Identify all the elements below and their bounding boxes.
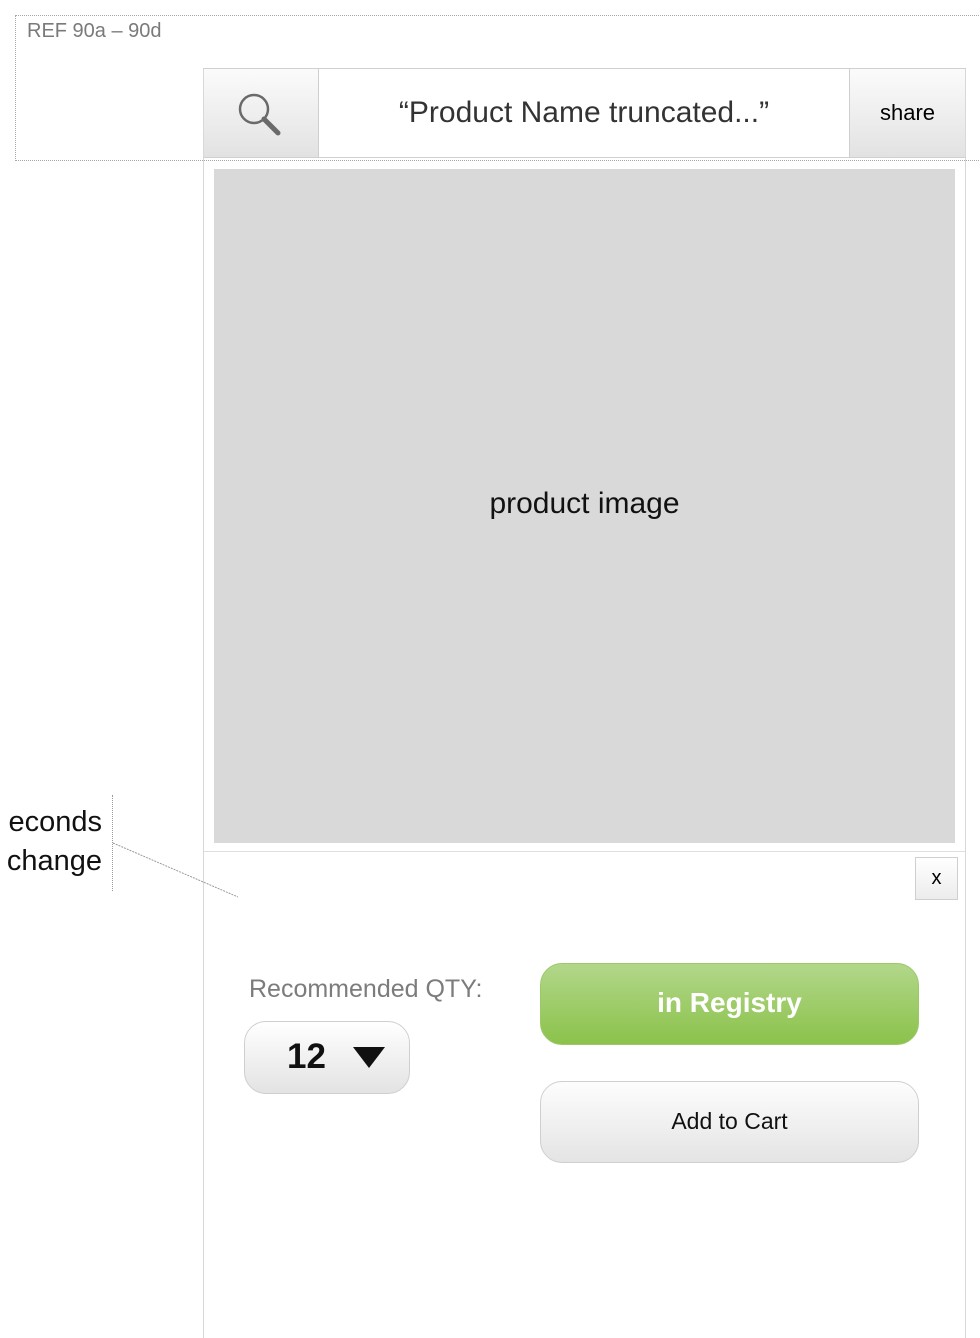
share-button[interactable]: share — [849, 69, 966, 157]
recommended-qty-label: Recommended QTY: — [249, 975, 483, 1003]
quantity-value: 12 — [287, 1037, 326, 1076]
product-image-label: product image — [489, 487, 680, 520]
close-button[interactable]: x — [915, 857, 958, 900]
product-title: “Product Name truncated...” — [398, 96, 770, 129]
product-image-placeholder: product image — [214, 169, 955, 843]
top-bar: “Product Name truncated...” share — [203, 68, 966, 158]
quantity-select[interactable]: 12 — [244, 1021, 410, 1094]
annotation-leader-line — [112, 842, 239, 898]
add-to-cart-button[interactable]: Add to Cart — [540, 1081, 919, 1163]
section-divider — [204, 851, 965, 852]
caret-down-icon — [353, 1047, 385, 1068]
in-registry-button[interactable]: in Registry — [540, 963, 919, 1045]
